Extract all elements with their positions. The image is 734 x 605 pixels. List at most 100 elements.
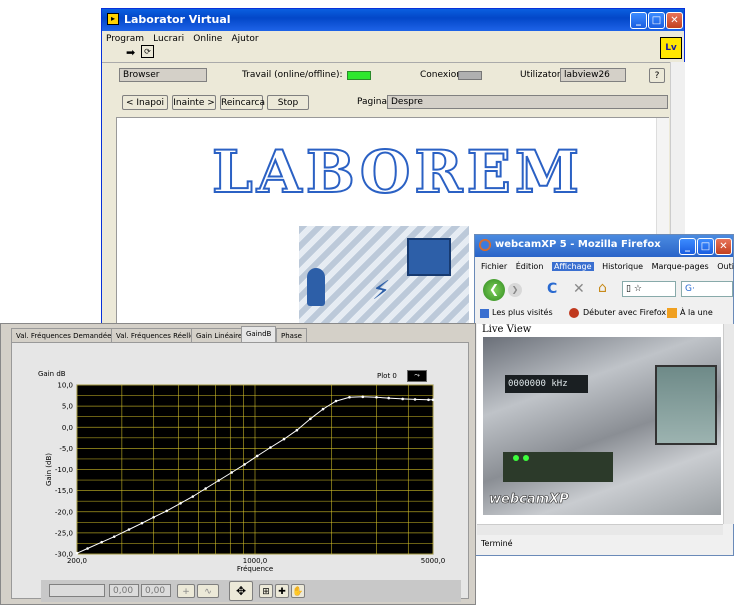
cursor-move-icon[interactable]: ✥ xyxy=(229,581,253,601)
display-value: 0000000 xyxy=(508,379,546,389)
bookmark-most-visited[interactable]: Les plus visités xyxy=(492,308,553,317)
data-point xyxy=(204,487,207,490)
help-button[interactable]: ? xyxy=(649,68,665,83)
forward-button[interactable]: Inainte > xyxy=(172,95,216,110)
data-point xyxy=(86,547,89,550)
menu-ajutor[interactable]: Ajutor xyxy=(232,34,259,44)
data-point xyxy=(140,521,144,525)
ff-maximize-button[interactable]: □ xyxy=(697,238,714,255)
data-point xyxy=(230,471,233,474)
ff-stop-icon[interactable]: ✕ xyxy=(573,281,585,297)
ff-menu-edition[interactable]: Édition xyxy=(516,262,544,271)
y-tick-label: -10,0 xyxy=(55,466,73,474)
run-continuous-icon[interactable]: ⟳ xyxy=(141,45,154,58)
ff-menu-fichier[interactable]: Fichier xyxy=(481,262,507,271)
ff-vscrollbar[interactable] xyxy=(723,324,734,524)
y-tick-label: 0,0 xyxy=(62,424,73,432)
cursor-y-field[interactable]: 0,00 xyxy=(141,584,171,597)
reload-button[interactable]: Reincarca xyxy=(220,95,265,110)
zoom-icon[interactable]: ⊞ xyxy=(259,584,273,598)
firefox-window: webcamXP 5 - Mozilla Firefox _ □ ✕ Fichi… xyxy=(474,234,734,556)
display-unit: kHz xyxy=(551,379,568,389)
user-label: Utilizator: xyxy=(520,70,564,80)
ff-menu-marque-pages[interactable]: Marque-pages xyxy=(652,262,709,271)
data-point xyxy=(75,551,79,555)
cursor-x-field[interactable]: 0,00 xyxy=(109,584,139,597)
data-point xyxy=(375,395,378,399)
data-point xyxy=(361,395,365,399)
maximize-button[interactable]: □ xyxy=(648,12,665,29)
ff-close-button[interactable]: ✕ xyxy=(715,238,732,255)
ff-home-icon[interactable]: ⌂ xyxy=(598,280,607,296)
bookmark-headlines[interactable]: À la une xyxy=(680,308,713,317)
ff-back-icon[interactable]: ❮ xyxy=(483,279,505,301)
gain-chart: 10,05,00,0-5,0-10,0-15,0-20,0-25,0-30,02… xyxy=(45,382,445,574)
data-point xyxy=(112,535,116,538)
hand-icon[interactable]: ✋ xyxy=(291,584,305,598)
ff-content: Live View 0000000 kHz webcamXP xyxy=(477,324,723,524)
instrument-display: 0000000 kHz xyxy=(505,375,588,393)
cursor-lock-icon[interactable]: + xyxy=(177,584,195,598)
data-point xyxy=(100,540,103,544)
cursor-style-icon[interactable]: ∿ xyxy=(197,584,219,598)
data-point xyxy=(348,395,351,399)
x-tick-label: 200,0 xyxy=(67,557,87,565)
pan-icon[interactable]: ✚ xyxy=(275,584,289,598)
data-point xyxy=(191,495,195,498)
led-green-2 xyxy=(523,455,529,461)
lightning-icon: ⚡ xyxy=(372,276,391,306)
bookmark-getting-started[interactable]: Débuter avec Firefox xyxy=(583,308,666,317)
ff-minimize-button[interactable]: _ xyxy=(679,238,696,255)
x-tick-label: 1000,0 xyxy=(243,557,268,565)
page-label: Pagina: xyxy=(357,97,391,107)
ff-bookmarks-bar: Les plus visités Débuter avec Firefox À … xyxy=(475,305,733,323)
firefox-titlebar[interactable]: webcamXP 5 - Mozilla Firefox _ □ ✕ xyxy=(475,235,733,257)
ff-url-bar[interactable]: ▯ ☆ xyxy=(622,281,676,297)
page-field: Despre xyxy=(387,95,668,109)
minimize-button[interactable]: _ xyxy=(630,12,647,29)
data-point xyxy=(387,396,391,400)
menu-lucrari[interactable]: Lucrari xyxy=(153,34,184,44)
menu-program[interactable]: Program xyxy=(106,34,144,44)
stop-button[interactable]: Stop xyxy=(267,95,309,110)
labview-app-icon: ▸ xyxy=(107,13,119,25)
close-button[interactable]: ✕ xyxy=(666,12,683,29)
data-point xyxy=(127,528,131,531)
ff-forward-icon[interactable]: ❯ xyxy=(508,283,522,297)
y-axis-label: Gain (dB) xyxy=(45,453,53,486)
webcam-image: 0000000 kHz webcamXP xyxy=(483,337,721,515)
data-point xyxy=(165,509,168,513)
live-view-heading: Live View xyxy=(482,324,532,335)
lv-titlebar[interactable]: ▸ Laborator Virtual _ □ ✕ xyxy=(102,9,684,31)
ff-status-text: Terminé xyxy=(481,539,513,548)
laborem-logo: LABOREM xyxy=(211,137,584,207)
led-green-1 xyxy=(513,455,519,461)
ff-menu-historique[interactable]: Historique xyxy=(602,262,643,271)
person-icon xyxy=(307,268,325,306)
y-tick-label: -20,0 xyxy=(55,508,73,516)
firefox-menubar: Fichier Édition Affichage Historique Mar… xyxy=(481,262,734,271)
run-arrow-icon[interactable]: ➡ xyxy=(126,46,135,59)
back-button[interactable]: < Inapoi xyxy=(122,95,168,110)
rss-icon xyxy=(667,308,677,318)
ff-reload-icon[interactable]: C xyxy=(547,281,557,297)
data-point xyxy=(427,398,430,402)
data-point xyxy=(401,397,404,401)
ff-search-bar[interactable]: G· xyxy=(681,281,733,297)
data-point xyxy=(321,407,325,411)
ff-menu-outils[interactable]: Outils xyxy=(717,262,734,271)
status-label: Travail (online/offline): xyxy=(242,70,343,80)
menu-online[interactable]: Online xyxy=(193,34,222,44)
y-tick-label: 10,0 xyxy=(57,382,73,390)
data-point xyxy=(269,446,272,449)
ff-hscrollbar[interactable] xyxy=(477,524,723,535)
lv-window-title: Laborator Virtual xyxy=(124,13,231,26)
data-point xyxy=(179,502,182,505)
firefox-logo-icon xyxy=(569,308,579,318)
webcamxp-watermark: webcamXP xyxy=(489,492,569,508)
firefox-window-title: webcamXP 5 - Mozilla Firefox xyxy=(495,239,661,250)
lv-menubar: Program Lucrari Online Ajutor xyxy=(106,33,265,44)
cursor-name-field[interactable] xyxy=(49,584,105,597)
ff-menu-affichage[interactable]: Affichage xyxy=(551,262,594,271)
lv-divider xyxy=(102,62,670,63)
